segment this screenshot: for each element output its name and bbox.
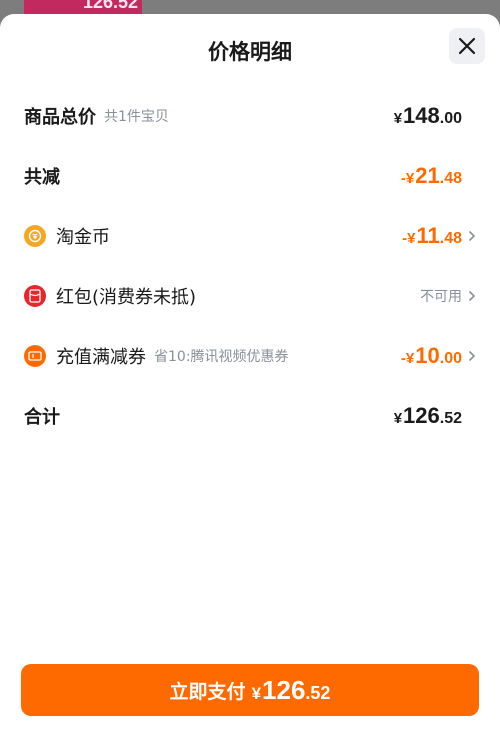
row-sum: 合计 ¥ 126 .52 — [24, 396, 476, 436]
price-decimal: .48 — [439, 170, 462, 187]
row-taojinbi[interactable]: 淘金币 -¥ 11 .48 — [24, 216, 476, 256]
row-total-goods: 商品总价 共1件宝贝 ¥ 148 .00 — [24, 96, 476, 136]
price-decimal: .52 — [305, 682, 331, 703]
red-packet-icon — [24, 285, 46, 307]
coupon-icon — [24, 345, 46, 367]
total-reduction-price: -¥ 21 .48 — [401, 163, 462, 189]
background-page-peek: 126.52 — [24, 0, 142, 14]
price-detail-sheet: 价格明细 商品总价 共1件宝贝 ¥ 148 .00 共减 -¥ 21 .48 淘… — [0, 14, 500, 739]
close-button[interactable] — [449, 28, 485, 64]
row-recharge-coupon[interactable]: 充值满减券 省10:腾讯视频优惠券 -¥ 10 .00 — [24, 336, 476, 376]
currency-symbol: -¥ — [402, 230, 416, 247]
red-packet-label: 红包(消费券未抵) — [56, 287, 197, 308]
total-goods-count: 共1件宝贝 — [104, 109, 169, 125]
red-packet-status: 不可用 — [420, 289, 462, 305]
price-decimal: .00 — [439, 110, 462, 127]
pay-now-button[interactable]: 立即支付 ¥ 126 .52 — [21, 664, 479, 716]
sum-label: 合计 — [24, 407, 60, 428]
price-integer: 21 — [415, 163, 440, 188]
currency-symbol: ¥ — [251, 683, 262, 703]
currency-symbol: ¥ — [393, 110, 403, 127]
sheet-title: 价格明细 — [208, 40, 292, 64]
currency-symbol: -¥ — [400, 350, 415, 367]
currency-symbol: ¥ — [393, 410, 403, 427]
currency-symbol: -¥ — [400, 170, 415, 187]
total-goods-label: 商品总价 — [24, 107, 96, 128]
chevron-right-icon — [468, 290, 476, 302]
background-price: 126.52 — [82, 0, 138, 12]
price-integer: 148 — [403, 103, 440, 128]
row-red-packet[interactable]: 红包(消费券未抵) 不可用 — [24, 276, 476, 316]
price-decimal: .48 — [439, 230, 462, 247]
close-icon — [458, 37, 476, 55]
price-decimal: .00 — [439, 350, 462, 367]
pay-now-price: ¥ 126 .52 — [252, 675, 331, 706]
recharge-coupon-label: 充值满减券 — [56, 347, 146, 368]
coin-icon — [24, 225, 46, 247]
recharge-coupon-price: -¥ 10 .00 — [401, 343, 462, 369]
pay-now-label: 立即支付 — [169, 680, 246, 703]
taojinbi-label: 淘金币 — [56, 227, 110, 248]
price-integer: 11 — [416, 223, 440, 248]
taojinbi-price: -¥ 11 .48 — [402, 223, 462, 249]
price-integer: 10 — [415, 343, 440, 368]
row-total-reduction: 共减 -¥ 21 .48 — [24, 156, 476, 196]
sum-price: ¥ 126 .52 — [394, 403, 462, 429]
price-integer: 126 — [403, 403, 440, 428]
price-decimal: .52 — [439, 410, 462, 427]
recharge-coupon-detail: 省10:腾讯视频优惠券 — [154, 349, 289, 365]
total-goods-price: ¥ 148 .00 — [394, 103, 462, 129]
chevron-right-icon — [468, 350, 476, 362]
price-integer: 126 — [262, 674, 306, 705]
chevron-right-icon — [468, 230, 476, 242]
total-reduction-label: 共减 — [24, 167, 60, 188]
